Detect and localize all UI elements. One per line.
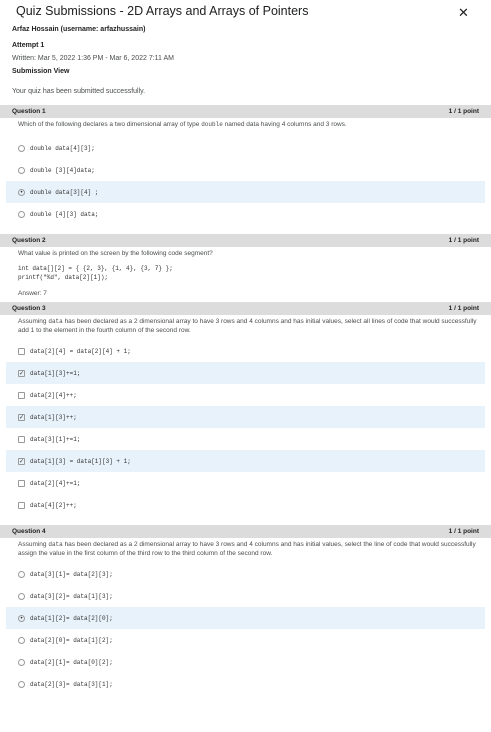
option-label: data[2][4]++;	[30, 391, 77, 399]
question-2: Question 2 1 / 1 point What value is pri…	[0, 234, 491, 297]
option-label: double data[4][3];	[30, 144, 95, 152]
option-label: double [4][3] data;	[30, 210, 99, 218]
question-score: 1 / 1 point	[448, 528, 479, 535]
submitted-message: Your quiz has been submitted successfull…	[12, 88, 146, 95]
radio-option[interactable]: data[3][1]= data[2][3];	[6, 563, 485, 585]
option-label: double data[3][4] ;	[30, 188, 99, 196]
option-label: data[3][1]= data[2][3];	[30, 570, 113, 578]
question-header: Question 1 1 / 1 point	[0, 105, 491, 118]
checkbox[interactable]	[18, 479, 25, 487]
inline-code: double	[201, 121, 223, 128]
option-label: data[3][2]= data[1][3];	[30, 592, 113, 600]
radio-option[interactable]: • data[1][2]= data[2][0];	[6, 607, 485, 629]
option-label: data[1][3]++;	[30, 413, 77, 421]
checkbox-option[interactable]: ✓ data[1][3]++;	[6, 406, 485, 428]
option-label: data[1][2]= data[2][0];	[30, 614, 113, 622]
question-header: Question 2 1 / 1 point	[0, 234, 491, 247]
radio-option[interactable]: • double data[3][4] ;	[6, 181, 485, 203]
option-label: data[1][3]+=1;	[30, 369, 81, 377]
checkbox[interactable]	[18, 435, 25, 443]
option-label: data[1][3] = data[1][3] + 1;	[30, 457, 131, 465]
options-list: data[2][4] = data[2][4] + 1; ✓ data[1][3]+…	[6, 340, 485, 516]
radio-button[interactable]: •	[18, 188, 25, 196]
options-list: double data[4][3]; double [3][4]data; • dou…	[6, 137, 485, 225]
question-text-part: Assuming	[18, 541, 49, 548]
radio-button[interactable]	[18, 592, 25, 600]
radio-button[interactable]	[18, 144, 25, 152]
submission-meta: Arfaz Hossain (username: arfazhussain) A…	[0, 25, 491, 96]
question-text-part: has been declared as a 2 dimensional arr…	[18, 318, 477, 334]
checkbox[interactable]	[18, 501, 25, 509]
question-text: Which of the following declares a two di…	[12, 120, 479, 129]
page-title: Quiz Submissions - 2D Arrays and Arrays …	[16, 4, 309, 18]
question-header: Question 3 1 / 1 point	[0, 302, 491, 315]
radio-button[interactable]	[18, 210, 25, 218]
question-text: What value is printed on the screen by t…	[18, 250, 213, 257]
radio-option[interactable]: data[2][1]= data[0][2];	[6, 651, 485, 673]
option-label: double [3][4]data;	[30, 166, 95, 174]
option-label: data[2][4]+=1;	[30, 479, 81, 487]
question-header: Question 4 1 / 1 point	[0, 525, 491, 538]
student-name: Arfaz Hossain (username: arfazhussain)	[12, 26, 146, 33]
radio-button[interactable]: •	[18, 614, 25, 622]
radio-button[interactable]	[18, 680, 25, 688]
checkbox-option[interactable]: data[2][4] = data[2][4] + 1;	[6, 340, 485, 362]
checkbox-option[interactable]: data[2][4]++;	[6, 384, 485, 406]
question-score: 1 / 1 point	[448, 237, 479, 244]
radio-option[interactable]: data[2][3]= data[3][1];	[6, 673, 485, 695]
radio-button[interactable]	[18, 658, 25, 666]
inline-code: data	[48, 541, 63, 548]
question-text-part: named data having 4 columns and 3 rows.	[222, 121, 347, 128]
written-timestamp: Written: Mar 5, 2022 1:36 PM - Mar 6, 20…	[12, 55, 174, 62]
attempt-label: Attempt 1	[12, 42, 45, 49]
answer-text: Answer: 7	[18, 290, 47, 297]
checkbox[interactable]	[18, 391, 25, 399]
checkbox-option[interactable]: data[2][4]+=1;	[6, 472, 485, 494]
question-text-part: Which of the following declares a two di…	[18, 121, 202, 128]
inline-code: data	[48, 318, 63, 325]
radio-button[interactable]	[18, 166, 25, 174]
submission-view-label: Submission View	[12, 68, 70, 75]
radio-button[interactable]	[18, 636, 25, 644]
close-icon[interactable]: ✕	[458, 5, 469, 21]
code-line: printf("%d", data[2][1]);	[18, 274, 109, 281]
option-label: data[4][2]++;	[30, 501, 77, 509]
option-label: data[2][4] = data[2][4] + 1;	[30, 347, 131, 355]
checkbox[interactable]	[18, 347, 25, 355]
radio-option[interactable]: double [4][3] data;	[6, 203, 485, 225]
question-label: Question 3	[12, 305, 46, 312]
option-label: data[2][0]= data[1][2];	[30, 636, 113, 644]
question-text: Assuming data has been declared as a 2 d…	[12, 540, 479, 558]
option-label: data[3][1]+=1;	[30, 435, 81, 443]
question-3: Question 3 1 / 1 point Assuming data has…	[0, 302, 491, 516]
radio-option[interactable]: data[2][0]= data[1][2];	[6, 629, 485, 651]
radio-option[interactable]: data[3][2]= data[1][3];	[6, 585, 485, 607]
radio-option[interactable]: double [3][4]data;	[6, 159, 485, 181]
checkbox-option[interactable]: data[3][1]+=1;	[6, 428, 485, 450]
checkbox[interactable]: ✓	[18, 369, 25, 377]
question-4: Question 4 1 / 1 point Assuming data has…	[0, 525, 491, 695]
question-1: Question 1 1 / 1 point Which of the foll…	[0, 105, 491, 225]
question-label: Question 4	[12, 528, 46, 535]
radio-option[interactable]: double data[4][3];	[6, 137, 485, 159]
option-label: data[2][3]= data[3][1];	[30, 680, 113, 688]
question-label: Question 1	[12, 108, 46, 115]
checkbox-option[interactable]: ✓ data[1][3]+=1;	[6, 362, 485, 384]
checkbox-option[interactable]: ✓ data[1][3] = data[1][3] + 1;	[6, 450, 485, 472]
checkbox[interactable]: ✓	[18, 413, 25, 421]
checkbox[interactable]: ✓	[18, 457, 25, 465]
question-label: Question 2	[12, 237, 46, 244]
code-line: int data[][2] = { {2, 3}, {1, 4}, {3, 7}…	[18, 265, 173, 272]
question-score: 1 / 1 point	[448, 305, 479, 312]
header: Quiz Submissions - 2D Arrays and Arrays …	[0, 0, 491, 24]
question-text: Assuming data has been declared as a 2 d…	[12, 317, 479, 335]
question-text-part: has been declared as a 2 dimensional arr…	[18, 541, 476, 557]
question-text-part: Assuming	[18, 318, 49, 325]
question-score: 1 / 1 point	[448, 108, 479, 115]
checkbox-option[interactable]: data[4][2]++;	[6, 494, 485, 516]
radio-button[interactable]	[18, 570, 25, 578]
options-list: data[3][1]= data[2][3]; data[3][2]= data[…	[6, 563, 485, 695]
option-label: data[2][1]= data[0][2];	[30, 658, 113, 666]
